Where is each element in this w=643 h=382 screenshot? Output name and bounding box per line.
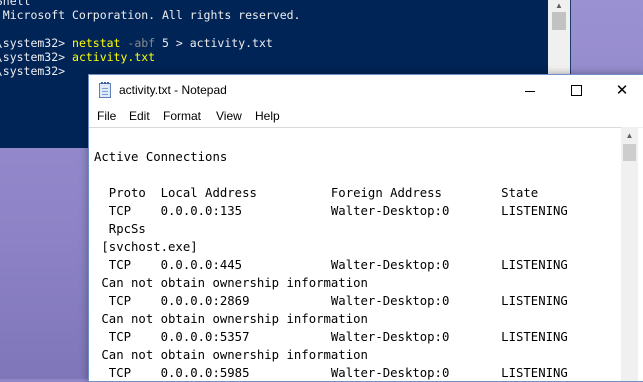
notepad-window[interactable]: activity.txt - Notepad ✕ File Edit Forma… [88,74,643,382]
menu-help[interactable]: Help [255,109,280,124]
console-text-segment: WS\system32> [0,64,66,78]
console-line: C) Microsoft Corporation. All rights res… [0,8,301,22]
console-text-segment: WS\system32> [0,36,66,50]
console-text-segment: 5 > activity.txt [162,36,273,50]
console-line: erShell [0,0,301,8]
menu-file[interactable]: File [97,109,116,124]
notepad-menubar: File Edit Format View Help [89,106,643,128]
menu-format[interactable]: Format [163,109,201,124]
console-text-segment: activity.txt [72,50,156,64]
text-line: Proto Local Address Foreign Address Stat… [94,186,539,200]
notepad-window-title: activity.txt - Notepad [119,83,227,97]
notepad-vertical-scrollbar[interactable]: ▲ [621,127,638,381]
text-line: Can not obtain ownership information [94,276,368,290]
notepad-app-icon [99,82,111,98]
close-button[interactable]: ✕ [599,75,643,106]
console-text-segment: netstat [72,36,121,50]
text-line: TCP 0.0.0.0:2869 Walter-Desktop:0 LISTEN… [94,294,568,308]
notepad-text-content: Active Connections Proto Local Address F… [94,148,568,382]
text-line: [svchost.exe] [94,240,198,254]
notepad-titlebar[interactable]: activity.txt - Notepad ✕ [89,75,643,106]
menu-edit[interactable]: Edit [129,109,150,124]
maximize-button[interactable] [553,75,599,106]
text-line [94,166,568,184]
powershell-console-output[interactable]: erShellC) Microsoft Corporation. All rig… [0,0,301,78]
menu-view[interactable]: View [216,109,242,124]
console-line: WS\system32> activity.txt [0,50,301,64]
text-line: Can not obtain ownership information [94,312,368,326]
console-text-segment: WS\system32> [0,50,66,64]
text-line: TCP 0.0.0.0:5985 Walter-Desktop:0 LISTEN… [94,366,568,380]
console-text-segment: C) Microsoft Corporation. All rights res… [0,8,301,22]
console-text-segment: -abf [120,36,163,50]
notepad-scroll-thumb[interactable] [623,144,636,161]
console-line: WS\system32> netstat -abf 5 > activity.t… [0,36,301,50]
text-line: RpcSs [94,222,146,236]
powershell-scroll-thumb[interactable] [552,12,566,30]
console-text-segment: erShell [0,0,31,8]
text-line: Active Connections [94,150,228,164]
notepad-text-area[interactable]: Active Connections Proto Local Address F… [89,127,621,382]
up-arrow-icon[interactable]: ▲ [548,0,570,12]
scroll-up-arrow-icon[interactable]: ▲ [621,127,638,144]
text-line: TCP 0.0.0.0:5357 Walter-Desktop:0 LISTEN… [94,330,568,344]
minimize-button[interactable] [507,75,553,106]
text-line: TCP 0.0.0.0:445 Walter-Desktop:0 LISTENI… [94,258,568,272]
text-line: Can not obtain ownership information [94,348,368,362]
text-line: TCP 0.0.0.0:135 Walter-Desktop:0 LISTENI… [94,204,568,218]
